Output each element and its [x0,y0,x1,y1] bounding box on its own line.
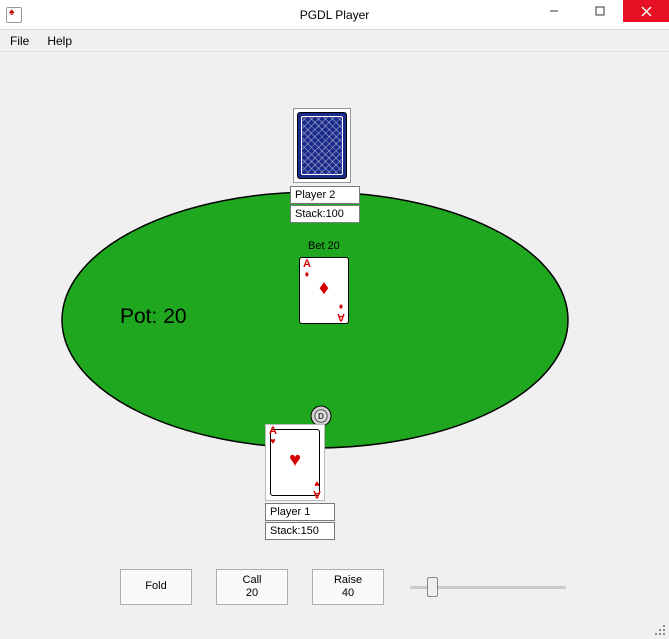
bet-slider[interactable] [410,586,566,589]
player2-card-back [297,112,347,179]
window-controls [531,0,669,22]
call-button[interactable]: Call 20 [216,569,288,605]
action-bar: Fold Call 20 Raise 40 [120,569,568,605]
menu-bar: File Help [0,30,669,52]
menu-help[interactable]: Help [47,34,72,48]
card-rank-top: A♥ [269,426,277,446]
fold-button[interactable]: Fold [120,569,192,605]
fold-label: Fold [145,580,166,593]
player1-name: Player 1 [265,503,335,521]
player1-card: A♥ ♥ A♥ [270,429,320,496]
bet-slider-wrap [408,575,568,599]
player2-name: Player 2 [290,186,360,204]
community-card: A♦ ♦ A♦ [299,257,349,324]
menu-file[interactable]: File [10,34,29,48]
title-bar: PGDL Player [0,0,669,30]
pot-label: Pot: 20 [120,305,187,329]
resize-grip[interactable] [653,623,667,637]
maximize-button[interactable] [577,0,623,22]
raise-label: Raise [334,574,362,587]
player2-card-frame [293,108,351,183]
call-label: Call [243,574,262,587]
card-rank-top: A♦ [303,259,311,279]
player1-stack: Stack:150 [265,522,335,540]
raise-amount: 40 [342,587,354,600]
minimize-button[interactable] [531,0,577,22]
game-canvas: Pot: 20 Bet 20 A♦ ♦ A♦ D Player 2 Stack:… [10,60,659,631]
card-rank-bottom: A♥ [313,479,321,499]
player2-stack: Stack:100 [290,205,360,223]
close-button[interactable] [623,0,669,22]
card-suit-center: ♥ [289,449,301,472]
svg-text:D: D [318,412,324,421]
raise-button[interactable]: Raise 40 [312,569,384,605]
call-amount: 20 [246,587,258,600]
player1-card-frame: A♥ ♥ A♥ [265,424,325,501]
bet-label: Bet 20 [308,240,340,252]
app-icon [6,7,22,23]
card-suit-center: ♦ [319,277,329,300]
client-area: Pot: 20 Bet 20 A♦ ♦ A♦ D Player 2 Stack:… [0,52,669,639]
card-rank-bottom: A♦ [337,302,345,322]
